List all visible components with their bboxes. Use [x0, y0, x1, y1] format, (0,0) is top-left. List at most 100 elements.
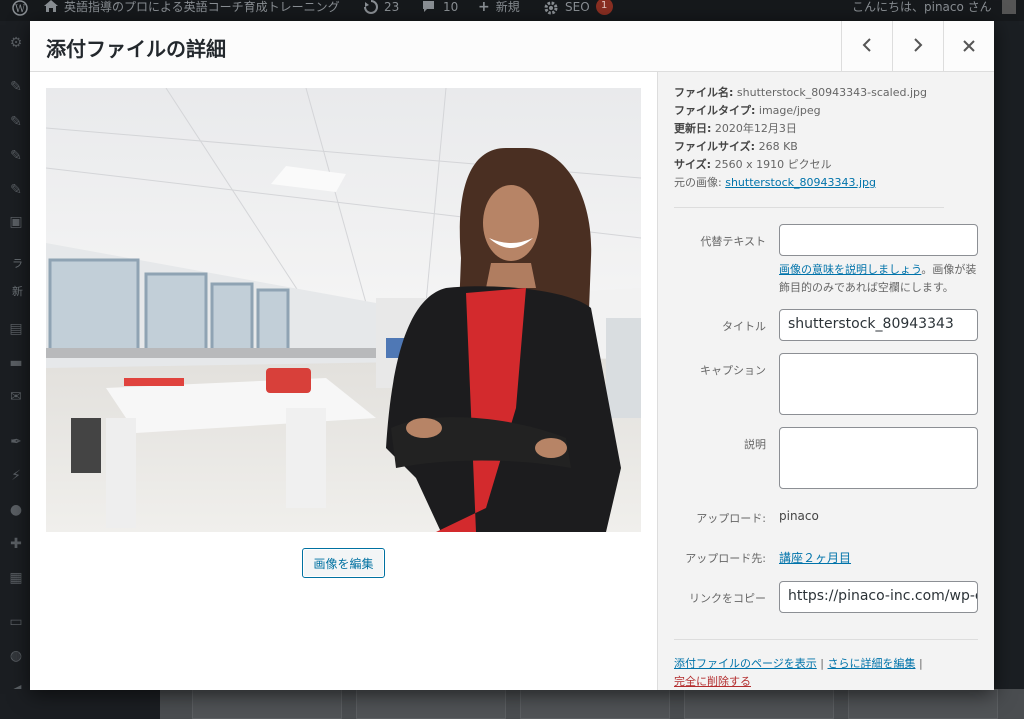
- media-thumbnail[interactable]: [356, 689, 506, 719]
- chevron-left-icon: [861, 34, 873, 58]
- file-name-value: shutterstock_80943343-scaled.jpg: [736, 86, 927, 99]
- wordpress-logo-icon[interactable]: W: [12, 0, 28, 21]
- admin-bar: W 英語指導のプロによる英語コーチ育成トレーニング 23 10 + 新規 SEO…: [0, 0, 1024, 21]
- appearance-icon[interactable]: ✒: [8, 434, 24, 450]
- file-size-row: ファイルサイズ: 268 KB: [674, 140, 798, 154]
- uploaded-by-value: pinaco: [779, 509, 819, 523]
- close-button[interactable]: [943, 21, 994, 71]
- media-thumbnail[interactable]: [192, 689, 342, 719]
- pin-icon[interactable]: ✎: [8, 182, 24, 198]
- settings-icon[interactable]: ▦: [8, 570, 24, 586]
- copy-link-label: リンクをコピー: [689, 592, 766, 605]
- separator: |: [820, 657, 824, 670]
- seo-notification-badge: 1: [595, 0, 613, 15]
- comments-count: 10: [443, 0, 459, 14]
- updated-label: 更新日:: [674, 122, 712, 135]
- original-image-label: 元の画像:: [674, 176, 722, 189]
- pin-icon[interactable]: ✎: [8, 79, 24, 95]
- updated-row: 更新日: 2020年12月3日: [674, 122, 797, 136]
- attachment-image: [46, 88, 641, 532]
- file-type-label: ファイルタイプ:: [674, 104, 756, 117]
- uploaded-to-label: アップロード先:: [685, 552, 766, 565]
- file-type-value: image/jpeg: [758, 104, 821, 117]
- new-content-link[interactable]: + 新規: [478, 0, 520, 21]
- caption-label: キャプション: [700, 364, 766, 377]
- globe-icon[interactable]: ◍: [8, 648, 24, 664]
- menu-item-library[interactable]: ラ: [12, 255, 23, 271]
- dimensions-value: 2560 x 1910 ピクセル: [714, 158, 832, 171]
- updates-link[interactable]: 23: [364, 0, 399, 21]
- uploaded-to-link[interactable]: 講座２ヶ月目: [779, 549, 851, 566]
- attachment-actions: 添付ファイルのページを表示 | さらに詳細を編集 | 完全に削除する: [674, 655, 974, 690]
- copy-link-input[interactable]: https://pinaco-inc.com/wp-c: [779, 581, 978, 613]
- greeting: こんにちは、pinaco さん: [852, 0, 992, 14]
- title-input[interactable]: shutterstock_80943343: [779, 309, 978, 341]
- gear-icon: [543, 0, 559, 19]
- home-icon: [44, 0, 58, 15]
- file-type-row: ファイルタイプ: image/jpeg: [674, 104, 821, 118]
- modal-title: 添付ファイルの詳細: [46, 37, 226, 61]
- description-label: 説明: [744, 438, 766, 451]
- alt-text-input[interactable]: [779, 224, 978, 256]
- file-name-row: ファイル名: shutterstock_80943343-scaled.jpg: [674, 86, 927, 100]
- edit-more-details-link[interactable]: さらに詳細を編集: [828, 657, 916, 670]
- alt-text-help: 画像の意味を説明しましょう。画像が装飾目的のみであれば空欄にします。: [779, 261, 984, 297]
- media-thumbnail[interactable]: [684, 689, 834, 719]
- tools-icon[interactable]: ✚: [8, 536, 24, 552]
- caption-textarea[interactable]: [779, 353, 978, 415]
- dimensions-label: サイズ:: [674, 158, 712, 171]
- alt-text-help-link[interactable]: 画像の意味を説明しましょう: [779, 263, 921, 276]
- modal-header: 添付ファイルの詳細: [30, 21, 994, 72]
- original-image-row: 元の画像: shutterstock_80943343.jpg: [674, 176, 876, 190]
- plus-icon: +: [478, 0, 490, 15]
- media-thumbnail[interactable]: [848, 689, 998, 719]
- next-button[interactable]: [892, 21, 943, 71]
- new-label: 新規: [495, 0, 520, 14]
- description-textarea[interactable]: [779, 427, 978, 489]
- pin-icon[interactable]: ✎: [8, 114, 24, 130]
- separator: |: [919, 657, 923, 670]
- menu-item-add-new[interactable]: 新: [12, 283, 23, 299]
- comments-link[interactable]: 10: [422, 0, 458, 21]
- admin-menu-footer: [0, 689, 160, 719]
- delete-permanently-link[interactable]: 完全に削除する: [674, 675, 751, 688]
- divider: [674, 207, 944, 208]
- media-preview-pane: 画像を編集: [30, 72, 657, 690]
- media-thumbnail[interactable]: [520, 689, 670, 719]
- divider: [674, 639, 978, 640]
- avatar[interactable]: [1002, 0, 1016, 14]
- file-size-value: 268 KB: [758, 140, 798, 153]
- pages-icon[interactable]: ▤: [8, 321, 24, 337]
- users-icon[interactable]: ●: [8, 502, 24, 518]
- dimensions-row: サイズ: 2560 x 1910 ピクセル: [674, 158, 832, 172]
- chevron-right-icon: [912, 34, 924, 58]
- seo-menu[interactable]: SEO 1: [543, 0, 613, 21]
- media-library-grid: [160, 689, 1024, 719]
- media-icon[interactable]: ▣: [8, 214, 24, 230]
- comment-icon: [422, 0, 435, 16]
- comments-icon[interactable]: ▬: [8, 355, 24, 371]
- view-attachment-page-link[interactable]: 添付ファイルのページを表示: [674, 657, 817, 670]
- site-home-link[interactable]: 英語指導のプロによる英語コーチ育成トレーニング: [44, 0, 340, 21]
- site-name[interactable]: 英語指導のプロによる英語コーチ育成トレーニング: [64, 0, 340, 14]
- updated-value: 2020年12月3日: [714, 122, 797, 135]
- attachment-info-pane: ファイル名: shutterstock_80943343-scaled.jpg …: [657, 72, 994, 690]
- file-name-label: ファイル名:: [674, 86, 734, 99]
- pin-icon[interactable]: ✎: [8, 148, 24, 164]
- edit-image-button[interactable]: 画像を編集: [302, 548, 385, 578]
- account-menu[interactable]: こんにちは、pinaco さん: [852, 0, 992, 21]
- svg-text:W: W: [15, 4, 26, 15]
- previous-button[interactable]: [841, 21, 892, 71]
- attachment-details-modal: 添付ファイルの詳細 画像を編集 ファイル名: shutterstock_8094…: [30, 21, 994, 690]
- close-icon: [962, 34, 976, 58]
- admin-menu: ⚙ ✎ ✎ ✎ ✎ ▣ ラ 新 ▤ ▬ ✉ ✒ ⚡ ● ✚ ▦ ▭ ◍ ◀: [0, 21, 30, 719]
- plugins-icon[interactable]: ⚡: [8, 468, 24, 484]
- original-image-link[interactable]: shutterstock_80943343.jpg: [725, 176, 876, 189]
- uploaded-by-label: アップロード:: [696, 512, 766, 525]
- folder-icon[interactable]: ▭: [8, 614, 24, 630]
- dashboard-icon[interactable]: ⚙: [8, 35, 24, 51]
- mail-icon[interactable]: ✉: [8, 389, 24, 405]
- updates-icon: [364, 0, 378, 17]
- updates-count: 23: [384, 0, 400, 14]
- alt-text-label: 代替テキスト: [700, 235, 766, 248]
